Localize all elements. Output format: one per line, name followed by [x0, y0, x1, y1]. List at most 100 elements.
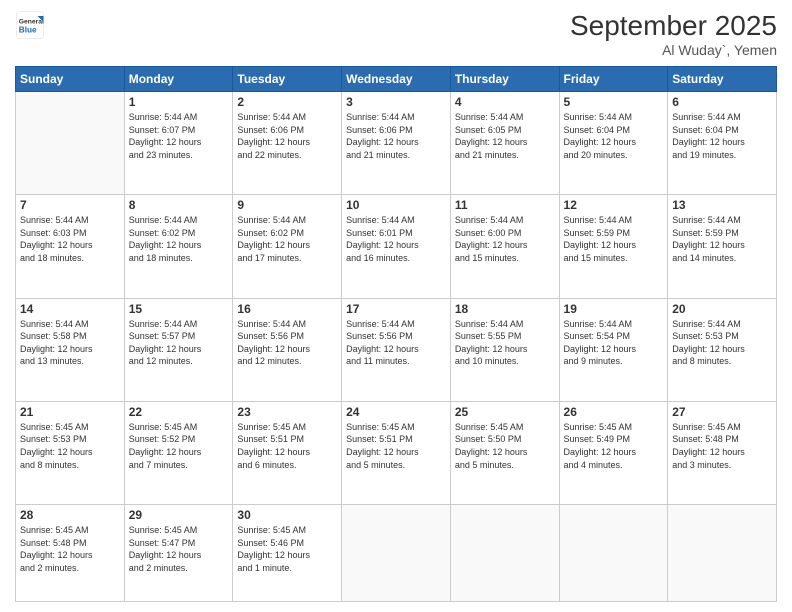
day-cell: 11 Sunrise: 5:44 AM Sunset: 6:00 PM Dayli… [450, 195, 559, 298]
day-info: Sunrise: 5:44 AM Sunset: 6:03 PM Dayligh… [20, 214, 120, 264]
day-number: 23 [237, 405, 337, 419]
day-number: 17 [346, 302, 446, 316]
col-header-monday: Monday [124, 67, 233, 92]
day-info: Sunrise: 5:44 AM Sunset: 5:59 PM Dayligh… [672, 214, 772, 264]
day-info: Sunrise: 5:44 AM Sunset: 6:06 PM Dayligh… [237, 111, 337, 161]
day-cell [450, 505, 559, 602]
day-cell: 26Sunrise: 5:45 AM Sunset: 5:49 PM Dayli… [559, 401, 668, 504]
col-header-saturday: Saturday [668, 67, 777, 92]
day-info: Sunrise: 5:45 AM Sunset: 5:46 PM Dayligh… [237, 524, 337, 574]
week-row-1: 7Sunrise: 5:44 AM Sunset: 6:03 PM Daylig… [16, 195, 777, 298]
col-header-wednesday: Wednesday [342, 67, 451, 92]
day-info: Sunrise: 5:44 AM Sunset: 6:01 PM Dayligh… [346, 214, 446, 264]
col-header-thursday: Thursday [450, 67, 559, 92]
day-cell [342, 505, 451, 602]
day-info: Sunrise: 5:44 AM Sunset: 6:02 PM Dayligh… [129, 214, 229, 264]
day-number: 16 [237, 302, 337, 316]
day-cell: 13 Sunrise: 5:44 AM Sunset: 5:59 PM Dayli… [668, 195, 777, 298]
day-cell [559, 505, 668, 602]
week-row-3: 21 Sunrise: 5:45 AM Sunset: 5:53 PM Dayli… [16, 401, 777, 504]
day-cell: 6 Sunrise: 5:44 AM Sunset: 6:04 PM Daylig… [668, 92, 777, 195]
day-cell: 3 Sunrise: 5:44 AM Sunset: 6:06 PM Daylig… [342, 92, 451, 195]
day-cell [668, 505, 777, 602]
day-number: 29 [129, 508, 229, 522]
day-number: 21 [20, 405, 120, 419]
day-info: Sunrise: 5:44 AM Sunset: 5:56 PM Dayligh… [346, 318, 446, 368]
svg-text:Blue: Blue [19, 26, 37, 35]
title-block: September 2025 Al Wuday`, Yemen [570, 10, 777, 58]
day-info: Sunrise: 5:44 AM Sunset: 5:54 PM Dayligh… [564, 318, 664, 368]
day-number: 11 [455, 198, 555, 212]
day-number: 8 [129, 198, 229, 212]
day-cell: 9Sunrise: 5:44 AM Sunset: 6:02 PM Daylig… [233, 195, 342, 298]
day-info: Sunrise: 5:45 AM Sunset: 5:49 PM Dayligh… [564, 421, 664, 471]
day-cell: 14 Sunrise: 5:44 AM Sunset: 5:58 PM Dayli… [16, 298, 125, 401]
day-info: Sunrise: 5:45 AM Sunset: 5:48 PM Dayligh… [20, 524, 120, 574]
day-info: Sunrise: 5:44 AM Sunset: 5:57 PM Dayligh… [129, 318, 229, 368]
day-info: Sunrise: 5:44 AM Sunset: 6:00 PM Dayligh… [455, 214, 555, 264]
day-cell: 25Sunrise: 5:45 AM Sunset: 5:50 PM Dayli… [450, 401, 559, 504]
day-cell: 30Sunrise: 5:45 AM Sunset: 5:46 PM Dayli… [233, 505, 342, 602]
day-cell: 18 Sunrise: 5:44 AM Sunset: 5:55 PM Dayli… [450, 298, 559, 401]
day-cell: 7Sunrise: 5:44 AM Sunset: 6:03 PM Daylig… [16, 195, 125, 298]
day-info: Sunrise: 5:45 AM Sunset: 5:47 PM Dayligh… [129, 524, 229, 574]
day-number: 27 [672, 405, 772, 419]
day-cell: 28 Sunrise: 5:45 AM Sunset: 5:48 PM Dayli… [16, 505, 125, 602]
day-info: Sunrise: 5:44 AM Sunset: 5:55 PM Dayligh… [455, 318, 555, 368]
day-number: 15 [129, 302, 229, 316]
logo: General Blue [15, 10, 45, 40]
day-number: 6 [672, 95, 772, 109]
day-info: Sunrise: 5:44 AM Sunset: 6:07 PM Dayligh… [129, 111, 229, 161]
day-cell: 2Sunrise: 5:44 AM Sunset: 6:06 PM Daylig… [233, 92, 342, 195]
day-number: 3 [346, 95, 446, 109]
day-info: Sunrise: 5:45 AM Sunset: 5:51 PM Dayligh… [237, 421, 337, 471]
day-number: 22 [129, 405, 229, 419]
day-info: Sunrise: 5:45 AM Sunset: 5:51 PM Dayligh… [346, 421, 446, 471]
header: General Blue September 2025 Al Wuday`, Y… [15, 10, 777, 58]
day-number: 13 [672, 198, 772, 212]
day-number: 18 [455, 302, 555, 316]
day-cell: 21 Sunrise: 5:45 AM Sunset: 5:53 PM Dayli… [16, 401, 125, 504]
location: Al Wuday`, Yemen [570, 42, 777, 58]
day-number: 14 [20, 302, 120, 316]
day-number: 4 [455, 95, 555, 109]
day-number: 20 [672, 302, 772, 316]
day-info: Sunrise: 5:44 AM Sunset: 6:04 PM Dayligh… [672, 111, 772, 161]
day-number: 12 [564, 198, 664, 212]
day-number: 5 [564, 95, 664, 109]
day-cell: 15 Sunrise: 5:44 AM Sunset: 5:57 PM Dayli… [124, 298, 233, 401]
day-cell: 19Sunrise: 5:44 AM Sunset: 5:54 PM Dayli… [559, 298, 668, 401]
day-cell: 22Sunrise: 5:45 AM Sunset: 5:52 PM Dayli… [124, 401, 233, 504]
week-row-4: 28 Sunrise: 5:45 AM Sunset: 5:48 PM Dayli… [16, 505, 777, 602]
day-info: Sunrise: 5:45 AM Sunset: 5:50 PM Dayligh… [455, 421, 555, 471]
day-cell: 1Sunrise: 5:44 AM Sunset: 6:07 PM Daylig… [124, 92, 233, 195]
page: General Blue September 2025 Al Wuday`, Y… [0, 0, 792, 612]
calendar-table: SundayMondayTuesdayWednesdayThursdayFrid… [15, 66, 777, 602]
day-cell: 4Sunrise: 5:44 AM Sunset: 6:05 PM Daylig… [450, 92, 559, 195]
day-headers-row: SundayMondayTuesdayWednesdayThursdayFrid… [16, 67, 777, 92]
day-number: 9 [237, 198, 337, 212]
svg-text:General: General [19, 19, 44, 26]
day-number: 28 [20, 508, 120, 522]
day-cell [16, 92, 125, 195]
day-cell: 17 Sunrise: 5:44 AM Sunset: 5:56 PM Dayli… [342, 298, 451, 401]
day-info: Sunrise: 5:45 AM Sunset: 5:48 PM Dayligh… [672, 421, 772, 471]
week-row-0: 1Sunrise: 5:44 AM Sunset: 6:07 PM Daylig… [16, 92, 777, 195]
day-info: Sunrise: 5:44 AM Sunset: 5:53 PM Dayligh… [672, 318, 772, 368]
day-info: Sunrise: 5:44 AM Sunset: 5:59 PM Dayligh… [564, 214, 664, 264]
day-cell: 20 Sunrise: 5:44 AM Sunset: 5:53 PM Dayli… [668, 298, 777, 401]
logo-icon: General Blue [15, 10, 45, 40]
day-info: Sunrise: 5:44 AM Sunset: 6:04 PM Dayligh… [564, 111, 664, 161]
day-cell: 24 Sunrise: 5:45 AM Sunset: 5:51 PM Dayli… [342, 401, 451, 504]
day-cell: 8 Sunrise: 5:44 AM Sunset: 6:02 PM Daylig… [124, 195, 233, 298]
col-header-friday: Friday [559, 67, 668, 92]
day-cell: 27 Sunrise: 5:45 AM Sunset: 5:48 PM Dayli… [668, 401, 777, 504]
day-info: Sunrise: 5:45 AM Sunset: 5:53 PM Dayligh… [20, 421, 120, 471]
day-cell: 10 Sunrise: 5:44 AM Sunset: 6:01 PM Dayli… [342, 195, 451, 298]
day-info: Sunrise: 5:44 AM Sunset: 6:06 PM Dayligh… [346, 111, 446, 161]
col-header-tuesday: Tuesday [233, 67, 342, 92]
day-number: 10 [346, 198, 446, 212]
month-year: September 2025 [570, 10, 777, 42]
day-number: 24 [346, 405, 446, 419]
day-info: Sunrise: 5:44 AM Sunset: 5:58 PM Dayligh… [20, 318, 120, 368]
